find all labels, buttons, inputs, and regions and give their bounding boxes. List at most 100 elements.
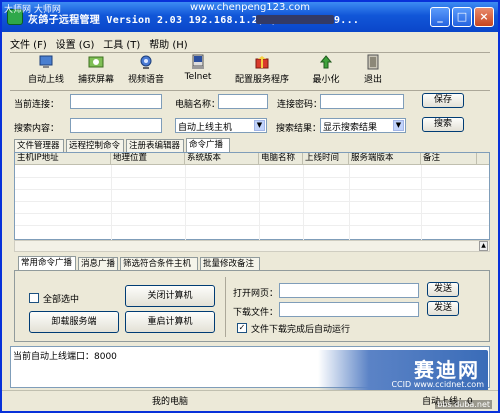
col-location[interactable]: 地理位置	[111, 153, 185, 164]
broadcast-panel: 全部选中 关闭计算机 卸载服务端 重启计算机 打开网页： 发送 下载文件： 发送…	[14, 270, 490, 342]
grid-line	[15, 201, 489, 202]
video-voice-button[interactable]: 视频语音	[126, 54, 166, 85]
watermark-brand: 赛迪网	[414, 358, 480, 382]
computer-icon	[39, 55, 53, 68]
telnet-label: Telnet	[184, 72, 212, 82]
exit-label: 退出	[363, 75, 382, 85]
open-url-label: 打开网页：	[233, 289, 279, 299]
connection-password-field[interactable]	[320, 94, 404, 109]
grid-line	[15, 225, 489, 226]
config-server-label: 配置服务程序	[234, 75, 289, 85]
grid-vline	[111, 165, 112, 240]
grid-line	[15, 189, 489, 190]
restart-button[interactable]: 重启计算机	[125, 311, 215, 333]
current-connection-field[interactable]	[70, 94, 162, 109]
col-online-time[interactable]: 上线时间	[303, 153, 349, 164]
grid-line	[15, 213, 489, 214]
connection-password-label: 连接密码：	[277, 100, 323, 110]
minimize-arrow-icon	[319, 55, 333, 69]
auto-run-label: 文件下载完成后自动运行	[251, 325, 351, 335]
app-window: 灰鸽子远程管理 Version 2.03 192.168.1.2, ,192.1…	[0, 0, 500, 413]
watermark-duba: bbs.duba.net	[435, 400, 492, 409]
download-file-field[interactable]	[279, 302, 419, 317]
grid-vline	[303, 165, 304, 240]
tab-message-broadcast[interactable]: 消息广播	[78, 257, 118, 270]
search-type-value: 自动上线主机	[178, 123, 233, 133]
telnet-button[interactable]: Telnet	[180, 54, 216, 82]
send-url-button[interactable]: 发送	[427, 282, 459, 297]
horizontal-scrollbar[interactable]: ▲	[14, 240, 490, 252]
watermark-top-url: www.chenpeng123.com	[190, 2, 310, 13]
auto-run-checkbox[interactable]: ✓	[237, 323, 247, 333]
config-gift-icon	[255, 56, 269, 69]
config-server-button[interactable]: 配置服务程序	[232, 54, 292, 85]
toolbar-separator	[10, 90, 490, 91]
open-url-field[interactable]	[279, 283, 419, 298]
maximize-button[interactable]: □	[452, 7, 472, 27]
select-all-label: 全部选中	[43, 295, 80, 305]
col-computer-name[interactable]: 电脑名称	[259, 153, 303, 164]
chevron-down-icon: ▼	[254, 120, 265, 131]
grid-vline	[259, 165, 260, 240]
search-content-field[interactable]	[70, 118, 162, 133]
menu-settings[interactable]: 设置 (G)	[56, 40, 95, 51]
chevron-down-icon: ▼	[393, 120, 404, 131]
col-host-ip[interactable]: 主机IP地址	[15, 153, 111, 164]
menu-file[interactable]: 文件 (F)	[10, 40, 47, 51]
title-bar[interactable]: 灰鸽子远程管理 Version 2.03 192.168.1.2, ,192.1…	[2, 2, 498, 32]
col-server-version[interactable]: 服务端版本	[349, 153, 421, 164]
host-table[interactable]: 主机IP地址 地理位置 系统版本 电脑名称 上线时间 服务端版本 备注	[14, 152, 490, 240]
uninstall-server-button[interactable]: 卸载服务端	[29, 311, 119, 333]
tab-remote-commands[interactable]: 远程控制命令	[66, 139, 124, 152]
minimize-tool-button[interactable]: 最小化	[308, 54, 344, 85]
grid-line	[15, 177, 489, 178]
menu-tools[interactable]: 工具 (T)	[103, 40, 140, 51]
webcam-icon	[140, 55, 152, 69]
collapse-icon[interactable]: ▲	[479, 241, 488, 251]
tab-file-manager[interactable]: 文件管理器	[14, 139, 64, 152]
minimize-tool-label: 最小化	[312, 75, 340, 85]
current-connection-label: 当前连接：	[14, 100, 60, 110]
exit-button[interactable]: 退出	[358, 54, 388, 85]
screen-capture-icon	[88, 56, 104, 68]
grid-vline	[421, 165, 422, 240]
table-header: 主机IP地址 地理位置 系统版本 电脑名称 上线时间 服务端版本 备注	[15, 153, 489, 165]
tab-command-broadcast[interactable]: 命令广播	[186, 138, 230, 152]
close-button[interactable]: ×	[474, 7, 494, 27]
status-bar: 我的电脑 自动上线：0	[2, 390, 498, 411]
search-type-select[interactable]: 自动上线主机 ▼	[175, 118, 267, 133]
search-result-select[interactable]: 显示搜索结果 ▼	[320, 118, 406, 133]
log-text: 当前自动上线端口：8000	[13, 352, 117, 362]
redacted-ip	[256, 15, 334, 24]
video-voice-label: 视频语音	[127, 75, 164, 85]
tab-common-broadcast[interactable]: 常用命令广播	[18, 256, 76, 270]
minimize-button[interactable]: _	[430, 7, 450, 27]
menu-help[interactable]: 帮助 (H)	[149, 40, 188, 51]
menu-separator	[10, 52, 490, 53]
tab-filter-hosts[interactable]: 筛选符合条件主机	[120, 257, 198, 270]
search-button[interactable]: 搜索	[422, 117, 464, 132]
save-button[interactable]: 保存	[422, 93, 464, 108]
send-download-button[interactable]: 发送	[427, 301, 459, 316]
computer-name-label: 电脑名称：	[175, 100, 221, 110]
terminal-icon	[192, 54, 204, 69]
toolbar: 自动上线 捕获屏幕 视频语音 Telnet 配置服务程序 最小化 退出	[10, 54, 490, 90]
col-note[interactable]: 备注	[421, 153, 477, 164]
grid-vline	[185, 165, 186, 240]
tab-registry-editor[interactable]: 注册表编辑器	[126, 139, 184, 152]
panel-divider	[225, 277, 226, 337]
search-content-label: 搜索内容：	[14, 124, 60, 134]
watermark-top-left: 大师网 大师网	[4, 5, 61, 15]
capture-screen-button[interactable]: 捕获屏幕	[76, 54, 116, 85]
computer-name-field[interactable]	[218, 94, 268, 109]
shutdown-button[interactable]: 关闭计算机	[125, 285, 215, 307]
search-result-label: 搜索结果：	[276, 124, 322, 134]
auto-online-button[interactable]: 自动上线	[26, 54, 66, 85]
grid-vline	[349, 165, 350, 240]
search-result-value: 显示搜索结果	[323, 123, 378, 133]
auto-online-label: 自动上线	[27, 75, 64, 85]
menu-bar: 文件 (F) 设置 (G) 工具 (T) 帮助 (H)	[10, 36, 194, 52]
col-os-version[interactable]: 系统版本	[185, 153, 259, 164]
tab-batch-notes[interactable]: 批量修改备注	[200, 257, 260, 270]
select-all-checkbox[interactable]	[29, 293, 39, 303]
